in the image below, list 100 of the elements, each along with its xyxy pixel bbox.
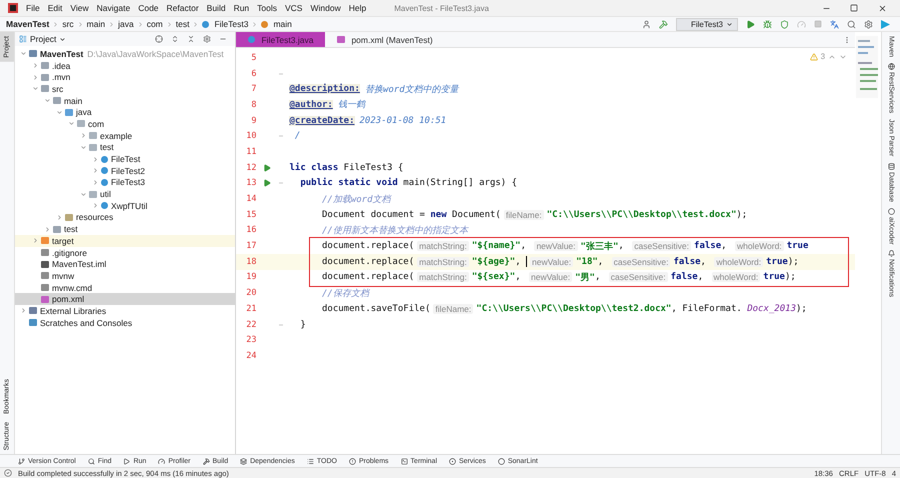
menu-item[interactable]: Refactor bbox=[162, 3, 203, 13]
code-line: document.replace( matchString: "${sex}", newValue: "男", caseSensitive: false, wholeWord: true); bbox=[320, 271, 797, 285]
close-icon[interactable] bbox=[878, 4, 886, 12]
tree-item[interactable]: java bbox=[14, 106, 236, 118]
plugin-logo-icon[interactable] bbox=[881, 20, 890, 28]
code-line: //使用新文本替换文档中的指定文本 bbox=[320, 224, 470, 238]
parameter-hint: caseSensitive: bbox=[612, 256, 670, 267]
debug-icon[interactable] bbox=[763, 20, 772, 28]
line-number: 8 bbox=[250, 100, 256, 110]
menu-item[interactable]: Run bbox=[230, 3, 254, 13]
tree-item[interactable]: FileTest3 bbox=[14, 176, 236, 188]
menu-item[interactable]: Code bbox=[134, 3, 163, 13]
text-caret bbox=[526, 256, 528, 268]
project-view-dropdown[interactable]: Project bbox=[18, 34, 66, 44]
coverage-icon[interactable] bbox=[780, 20, 789, 28]
tree-item[interactable]: XwpfTUtil bbox=[14, 200, 236, 212]
menu-item[interactable]: Help bbox=[344, 3, 370, 13]
parameter-hint: matchString: bbox=[417, 241, 469, 252]
line-number: 11 bbox=[245, 146, 256, 157]
menu-item[interactable]: View bbox=[66, 3, 93, 13]
tree-item[interactable]: FileTest2 bbox=[14, 164, 236, 177]
editor-tab[interactable]: pom.xml (MavenTest) bbox=[325, 32, 445, 47]
separator-icon bbox=[251, 20, 258, 28]
tree-item[interactable]: example bbox=[14, 130, 236, 142]
class-icon bbox=[100, 202, 108, 210]
menu-item[interactable]: Build bbox=[202, 3, 230, 13]
tree-item[interactable]: mvnw.cmd bbox=[14, 282, 236, 294]
tree-item[interactable]: util bbox=[14, 188, 236, 200]
user-icon[interactable] bbox=[642, 20, 651, 28]
tree-item[interactable]: src bbox=[14, 83, 236, 95]
breadcrumb[interactable]: java bbox=[118, 19, 134, 29]
alert-icon bbox=[348, 458, 356, 464]
tree-item[interactable]: .gitignore bbox=[14, 246, 236, 258]
tree-item[interactable]: MavenTest.iml bbox=[14, 258, 236, 270]
breadcrumb[interactable]: com bbox=[146, 19, 163, 29]
tree-item[interactable]: .idea bbox=[14, 60, 236, 72]
restore-icon[interactable] bbox=[850, 4, 858, 12]
breadcrumb[interactable]: main bbox=[261, 19, 292, 29]
run-icon[interactable] bbox=[746, 20, 755, 28]
expand-all-icon[interactable] bbox=[171, 35, 180, 43]
run-configuration-dropdown[interactable]: FileTest3 bbox=[676, 18, 738, 30]
separator-icon bbox=[192, 20, 200, 28]
separator-icon bbox=[52, 20, 60, 28]
separator-icon bbox=[76, 20, 84, 28]
menu-item[interactable]: Tools bbox=[253, 3, 281, 13]
line-number: 21 bbox=[245, 304, 256, 314]
menu-item[interactable]: Window bbox=[306, 3, 345, 13]
line-number: 23 bbox=[245, 335, 256, 346]
settings-icon[interactable] bbox=[864, 20, 873, 28]
profiler-icon[interactable] bbox=[797, 20, 806, 28]
database-icon bbox=[888, 162, 895, 170]
line-number: 10 bbox=[245, 131, 256, 142]
stop-icon[interactable] bbox=[814, 20, 822, 28]
tree-item[interactable]: External Libraries bbox=[14, 305, 236, 317]
parameter-hint: newValue: bbox=[529, 272, 572, 282]
settings-icon[interactable] bbox=[203, 35, 212, 43]
parameter-hint: newValue: bbox=[534, 241, 578, 252]
tree-item[interactable]: MavenTest D:\Java\JavaWorkSpace\MavenTest bbox=[14, 48, 236, 60]
build-icon[interactable] bbox=[658, 20, 668, 28]
run-icon[interactable] bbox=[263, 164, 272, 172]
search-icon[interactable] bbox=[847, 20, 856, 28]
separator-icon bbox=[166, 20, 173, 28]
code-line: lic class FileTest3 { bbox=[288, 162, 404, 175]
parameter-hint: matchString: bbox=[417, 272, 469, 282]
line-number: 7 bbox=[250, 84, 256, 94]
tree-item[interactable]: mvnw bbox=[14, 270, 236, 282]
tree-item[interactable]: test bbox=[14, 223, 236, 235]
tree-item[interactable]: resources bbox=[14, 212, 236, 224]
translate-icon[interactable] bbox=[830, 20, 839, 28]
tree-item[interactable]: Scratches and Consoles bbox=[14, 316, 236, 328]
tree-item[interactable]: test bbox=[14, 142, 236, 154]
tree-item[interactable]: main bbox=[14, 94, 236, 106]
tree-item[interactable]: target bbox=[14, 235, 236, 247]
menu-item[interactable]: File bbox=[22, 3, 44, 13]
parameter-hint: wholeWord: bbox=[712, 272, 760, 282]
collapse-all-icon[interactable] bbox=[187, 35, 196, 43]
breadcrumb[interactable]: test bbox=[176, 19, 190, 29]
code-line: @description: 替换word文档中的变量 bbox=[288, 82, 460, 97]
tree-item[interactable]: pom.xml bbox=[14, 293, 236, 306]
menu-item[interactable]: Navigate bbox=[92, 3, 134, 13]
breadcrumb[interactable]: src bbox=[62, 19, 74, 29]
breadcrumb[interactable]: main bbox=[86, 19, 106, 29]
code-line: //加载word文档 bbox=[320, 194, 392, 207]
branch-icon bbox=[18, 458, 25, 464]
line-number: 5 bbox=[250, 52, 256, 63]
menu-item[interactable]: Edit bbox=[44, 3, 66, 13]
breadcrumb[interactable]: FileTest3 bbox=[202, 19, 248, 29]
separator-icon bbox=[108, 20, 116, 28]
breadcrumb[interactable]: MavenTest bbox=[6, 19, 50, 29]
tree-item[interactable]: FileTest bbox=[14, 153, 236, 165]
locate-icon[interactable] bbox=[155, 35, 164, 43]
line-number: 19 bbox=[245, 272, 256, 282]
code-line: / bbox=[294, 130, 302, 144]
tree-item[interactable]: .mvn bbox=[14, 71, 236, 84]
code-line: document.saveToFile( fileName: "C:\\Users\\PC\\Desktop\\test2.docx", FileFormat. Docx_2013); bbox=[320, 302, 808, 316]
menu-item[interactable]: VCS bbox=[281, 3, 306, 13]
warning-icon[interactable] bbox=[810, 52, 818, 60]
tree-item[interactable]: com bbox=[14, 118, 236, 130]
run-icon[interactable] bbox=[263, 179, 272, 188]
line-number: 13 bbox=[245, 178, 256, 188]
